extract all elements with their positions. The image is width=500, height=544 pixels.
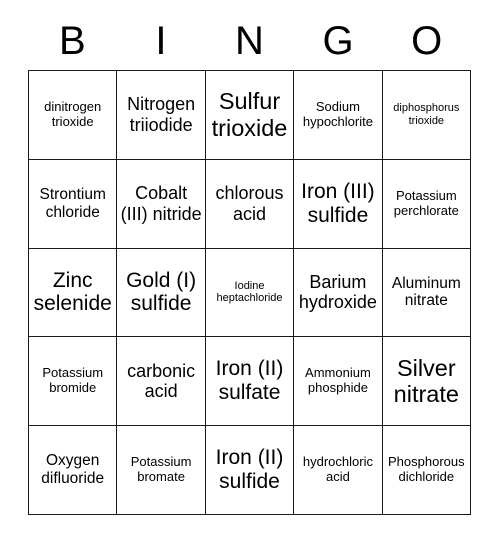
bingo-cell-label: Silver nitrate [393, 354, 459, 408]
bingo-cell[interactable]: Cobalt (III) nitride [117, 159, 206, 249]
bingo-cell[interactable]: Barium hydroxide [294, 248, 383, 338]
bingo-cell[interactable]: Potassium bromate [117, 426, 206, 515]
bingo-cell-label: dinitrogen trioxide [44, 99, 102, 129]
bingo-header-row: B I N G O [28, 14, 471, 68]
bingo-header-letter-n: N [235, 19, 264, 63]
bingo-cell-label: Aluminum nitrate [391, 274, 461, 310]
bingo-cell-label: Iodine heptachloride [216, 279, 283, 305]
bingo-grid: dinitrogen trioxide Nitrogen triiodide S… [28, 70, 472, 515]
bingo-cell-label: Barium hydroxide [298, 271, 377, 313]
bingo-row: Potassium bromide carbonic acid Iron (II… [29, 337, 472, 427]
bingo-cell[interactable]: Potassium perchlorate [382, 159, 472, 249]
bingo-cell[interactable]: Iron (III) sulfide [294, 159, 383, 249]
bingo-cell-label: chlorous acid [215, 183, 284, 224]
bingo-cell-label: Iron (II) sulfide [215, 446, 284, 494]
bingo-cell-label: Potassium bromate [130, 454, 192, 485]
bingo-cell-label: Zinc selenide [33, 268, 112, 316]
bingo-cell[interactable]: Ammonium phosphide [294, 337, 383, 427]
bingo-row: Oxygen difluoride Potassium bromate Iron… [29, 426, 472, 515]
bingo-cell-label: hydrochloric acid [302, 454, 373, 485]
bingo-cell[interactable]: Silver nitrate [382, 337, 472, 427]
bingo-cell[interactable]: Phosphorous dichloride [382, 426, 472, 515]
bingo-cell[interactable]: Potassium bromide [29, 337, 118, 427]
bingo-header-letter-o: O [411, 19, 443, 63]
bingo-cell-label: Oxygen difluoride [41, 452, 105, 488]
bingo-cell-label: Nitrogen triiodide [127, 94, 196, 135]
bingo-cell-label: Cobalt (III) nitride [120, 183, 202, 224]
bingo-row: dinitrogen trioxide Nitrogen triiodide S… [29, 71, 472, 160]
bingo-cell[interactable]: chlorous acid [205, 159, 295, 249]
bingo-card: B I N G O dinitrogen trioxide Nitrogen t… [0, 0, 500, 544]
bingo-header-letter-i: I [155, 19, 167, 63]
bingo-cell[interactable]: Iron (II) sulfate [205, 337, 295, 427]
bingo-cell[interactable]: Sulfur trioxide [205, 71, 295, 160]
bingo-cell-label: Potassium bromide [42, 365, 104, 396]
bingo-cell[interactable]: Sodium hypochlorite [294, 71, 383, 160]
bingo-cell[interactable]: Iodine heptachloride [205, 248, 295, 338]
bingo-cell-label: Gold (I) sulfide [126, 268, 197, 316]
bingo-cell-label: Iron (III) sulfide [301, 179, 375, 227]
bingo-cell[interactable]: Oxygen difluoride [29, 426, 118, 515]
bingo-cell[interactable]: carbonic acid [117, 337, 206, 427]
bingo-cell-label: Iron (II) sulfate [215, 357, 284, 405]
bingo-cell[interactable]: Zinc selenide [29, 248, 118, 338]
bingo-cell[interactable]: Iron (II) sulfide [205, 426, 295, 515]
bingo-header-letter-g: G [322, 19, 354, 63]
bingo-cell-label: diphosphorus trioxide [393, 102, 460, 127]
bingo-header-letter-b: B [58, 19, 86, 63]
bingo-cell-label: Phosphorous dichloride [388, 454, 465, 485]
bingo-cell[interactable]: Nitrogen triiodide [117, 71, 206, 160]
bingo-cell[interactable]: dinitrogen trioxide [29, 71, 118, 160]
bingo-cell-label: Strontium chloride [39, 186, 106, 221]
bingo-cell-label: carbonic acid [127, 360, 196, 402]
bingo-cell-label: Potassium perchlorate [393, 187, 459, 218]
bingo-cell-label: Sodium hypochlorite [302, 99, 373, 129]
bingo-cell[interactable]: diphosphorus trioxide [382, 71, 472, 160]
bingo-cell[interactable]: Gold (I) sulfide [117, 248, 206, 338]
bingo-cell[interactable]: hydrochloric acid [294, 426, 383, 515]
bingo-row: Zinc selenide Gold (I) sulfide Iodine he… [29, 248, 472, 338]
bingo-cell-label: Sulfur trioxide [211, 88, 288, 141]
bingo-cell[interactable]: Aluminum nitrate [382, 248, 472, 338]
bingo-cell-label: Ammonium phosphide [305, 365, 371, 396]
bingo-row: Strontium chloride Cobalt (III) nitride … [29, 159, 472, 249]
bingo-cell[interactable]: Strontium chloride [29, 159, 118, 249]
